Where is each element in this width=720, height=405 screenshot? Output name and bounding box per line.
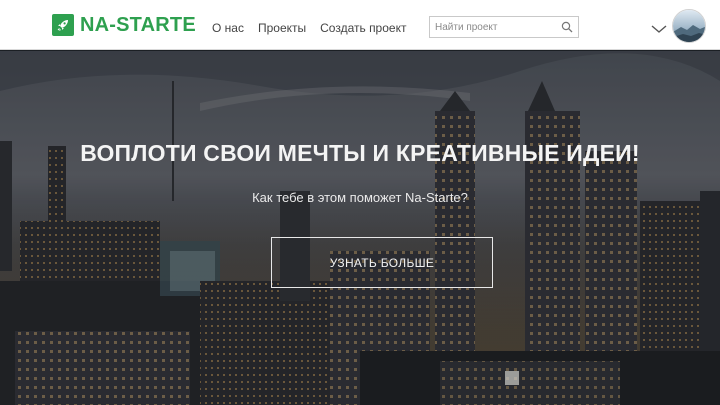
search-input[interactable] — [430, 17, 554, 37]
search-icon[interactable] — [561, 21, 573, 33]
rocket-icon — [52, 14, 74, 36]
nav-item-projects[interactable]: Проекты — [258, 21, 306, 35]
nav-item-create-project[interactable]: Создать проект — [320, 21, 406, 35]
learn-more-button[interactable]: УЗНАТЬ БОЛЬШЕ — [271, 237, 493, 288]
chevron-down-icon[interactable] — [651, 24, 667, 34]
main-nav: О нас Проекты Создать проект — [212, 21, 406, 35]
hero-section: ВОПЛОТИ СВОИ МЕЧТЫ И КРЕАТИВНЫЕ ИДЕИ! Ка… — [0, 51, 720, 405]
search-box — [429, 16, 579, 38]
hero-subtitle: Как тебе в этом поможет Na-Starte? — [252, 190, 468, 205]
city-night-background — [0, 51, 720, 405]
logo[interactable]: NA-STARTE — [52, 13, 196, 37]
avatar[interactable] — [672, 9, 706, 43]
logo-text: NA-STARTE — [80, 13, 196, 36]
hero-title: ВОПЛОТИ СВОИ МЕЧТЫ И КРЕАТИВНЫЕ ИДЕИ! — [80, 140, 640, 166]
nav-item-about[interactable]: О нас — [212, 21, 244, 35]
top-navbar: NA-STARTE О нас Проекты Создать проект — [0, 0, 720, 50]
